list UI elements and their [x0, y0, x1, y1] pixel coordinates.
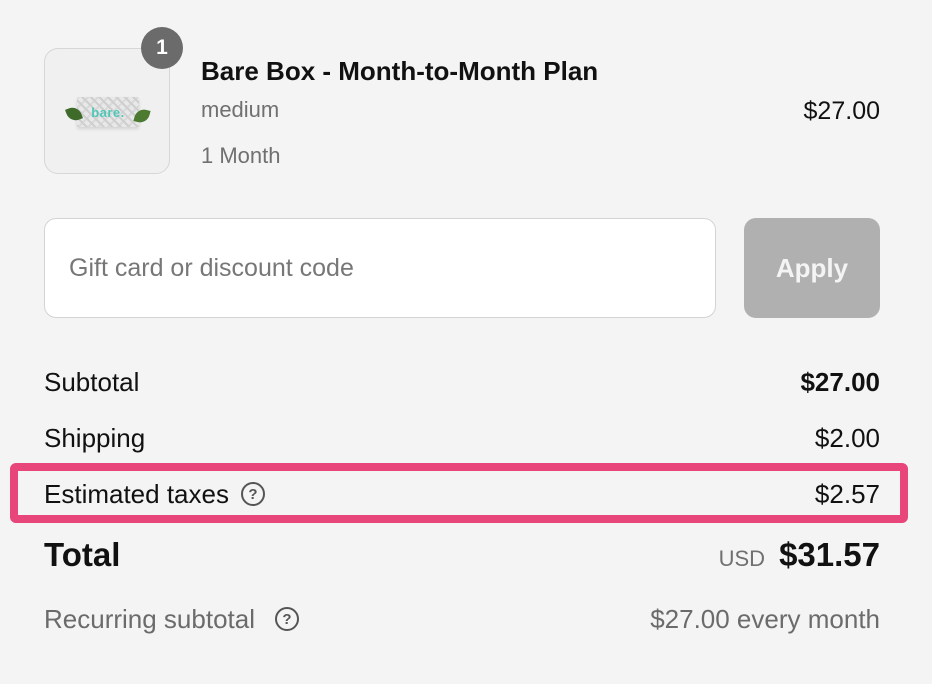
recurring-subtotal-row: Recurring subtotal ? $27.00 every month: [44, 598, 880, 640]
product-plan: 1 Month: [201, 143, 281, 168]
apply-button[interactable]: Apply: [744, 218, 880, 318]
currency-code: USD: [718, 546, 766, 571]
help-icon[interactable]: ?: [240, 482, 265, 506]
order-summary: bare. 1 Bare Box - Month-to-Month Plan m…: [0, 0, 932, 684]
discount-code-input[interactable]: [44, 218, 716, 318]
subtotal-value: $27.00: [800, 366, 880, 397]
product-price: $27.00: [803, 97, 880, 125]
recurring-label-group: Recurring subtotal ?: [44, 604, 299, 635]
taxes-label-group: Estimated taxes ?: [44, 479, 265, 510]
subtotal-row: Subtotal $27.00: [44, 362, 880, 402]
recurring-subtotal-value: $27.00 every month: [650, 603, 880, 634]
total-value-group: USD $31.57: [719, 536, 880, 574]
recurring-subtotal-label: Recurring subtotal: [44, 603, 255, 634]
product-title: Bare Box - Month-to-Month Plan: [201, 56, 599, 86]
help-icon[interactable]: ?: [275, 607, 299, 631]
shipping-label: Shipping: [44, 422, 146, 453]
total-row: Total USD $31.57: [44, 532, 880, 578]
taxes-row: Estimated taxes ? $2.57: [44, 474, 880, 514]
subtotal-label: Subtotal: [44, 366, 140, 397]
product-variant: medium: [201, 97, 280, 122]
taxes-value: $2.57: [814, 478, 880, 509]
total-label: Total: [44, 536, 121, 573]
product-box-art: bare.: [65, 97, 151, 127]
quantity-badge: 1: [141, 27, 183, 69]
product-logo: bare.: [91, 105, 125, 120]
shipping-row: Shipping $2.00: [44, 418, 880, 458]
taxes-label: Estimated taxes: [44, 478, 229, 509]
total-value: $31.57: [779, 536, 880, 573]
product-image: bare.: [44, 48, 170, 174]
shipping-value: $2.00: [814, 422, 880, 453]
